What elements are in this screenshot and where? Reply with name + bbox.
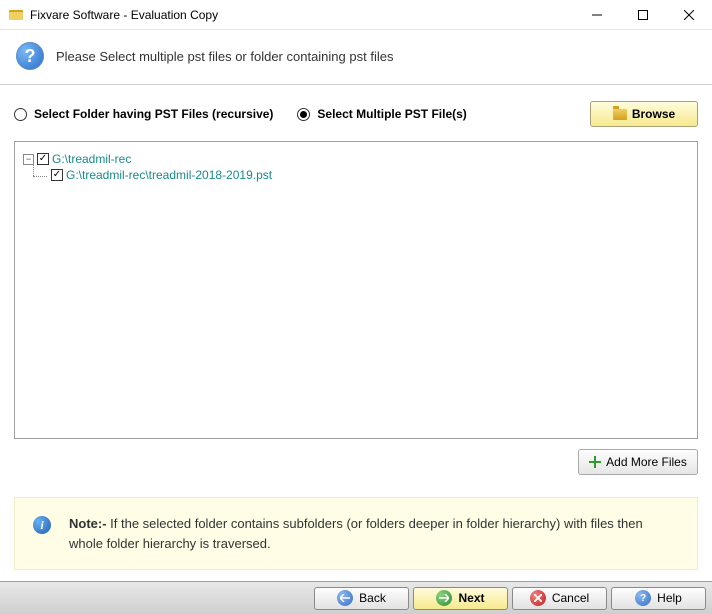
- note-prefix: Note:-: [69, 516, 107, 531]
- back-label: Back: [359, 591, 386, 605]
- checkbox-checked-icon[interactable]: [37, 153, 49, 165]
- note-body: If the selected folder contains subfolde…: [69, 516, 643, 551]
- file-tree-panel: − G:\treadmil-rec G:\treadmil-rec\treadm…: [14, 141, 698, 439]
- back-button[interactable]: Back: [314, 587, 409, 610]
- folder-icon: [613, 109, 627, 120]
- instruction-text: Please Select multiple pst files or fold…: [56, 49, 393, 64]
- radio-icon: [14, 108, 27, 121]
- main-content: Select Folder having PST Files (recursiv…: [0, 85, 712, 485]
- checkbox-checked-icon[interactable]: [51, 169, 63, 181]
- next-label: Next: [458, 591, 484, 605]
- radio-label: Select Multiple PST File(s): [317, 107, 466, 121]
- radio-folder-recursive[interactable]: Select Folder having PST Files (recursiv…: [14, 107, 273, 121]
- plus-icon: [589, 456, 601, 468]
- close-button[interactable]: [666, 0, 712, 30]
- note-text: Note:- If the selected folder contains s…: [69, 514, 679, 553]
- cancel-label: Cancel: [552, 591, 589, 605]
- wizard-footer: Back Next Cancel ? Help: [0, 581, 712, 614]
- add-more-files-button[interactable]: Add More Files: [578, 449, 698, 475]
- add-more-row: Add More Files: [14, 449, 698, 475]
- tree-root-label: G:\treadmil-rec: [52, 152, 131, 166]
- tree-child-label: G:\treadmil-rec\treadmil-2018-2019.pst: [66, 168, 272, 182]
- maximize-button[interactable]: [620, 0, 666, 30]
- radio-multiple-files[interactable]: Select Multiple PST File(s): [297, 107, 466, 121]
- question-icon: ?: [16, 42, 44, 70]
- cancel-x-icon: [530, 590, 546, 606]
- info-icon: i: [33, 516, 51, 534]
- instruction-header: ? Please Select multiple pst files or fo…: [0, 30, 712, 85]
- browse-button[interactable]: Browse: [590, 101, 698, 127]
- window-title: Fixvare Software - Evaluation Copy: [30, 8, 574, 22]
- radio-label: Select Folder having PST Files (recursiv…: [34, 107, 273, 121]
- note-box: i Note:- If the selected folder contains…: [14, 497, 698, 570]
- help-button[interactable]: ? Help: [611, 587, 706, 610]
- collapse-icon[interactable]: −: [23, 154, 34, 165]
- app-icon: [8, 7, 24, 23]
- browse-label: Browse: [632, 107, 675, 121]
- help-question-icon: ?: [635, 590, 651, 606]
- back-arrow-icon: [337, 590, 353, 606]
- next-button[interactable]: Next: [413, 587, 508, 610]
- add-more-label: Add More Files: [606, 455, 687, 469]
- tree-child-node[interactable]: G:\treadmil-rec\treadmil-2018-2019.pst: [51, 168, 689, 182]
- cancel-button[interactable]: Cancel: [512, 587, 607, 610]
- selection-mode-row: Select Folder having PST Files (recursiv…: [14, 101, 698, 127]
- minimize-button[interactable]: [574, 0, 620, 30]
- next-arrow-icon: [436, 590, 452, 606]
- help-label: Help: [657, 591, 682, 605]
- tree-root-node[interactable]: − G:\treadmil-rec: [23, 152, 689, 166]
- radio-icon-selected: [297, 108, 310, 121]
- title-bar: Fixvare Software - Evaluation Copy: [0, 0, 712, 30]
